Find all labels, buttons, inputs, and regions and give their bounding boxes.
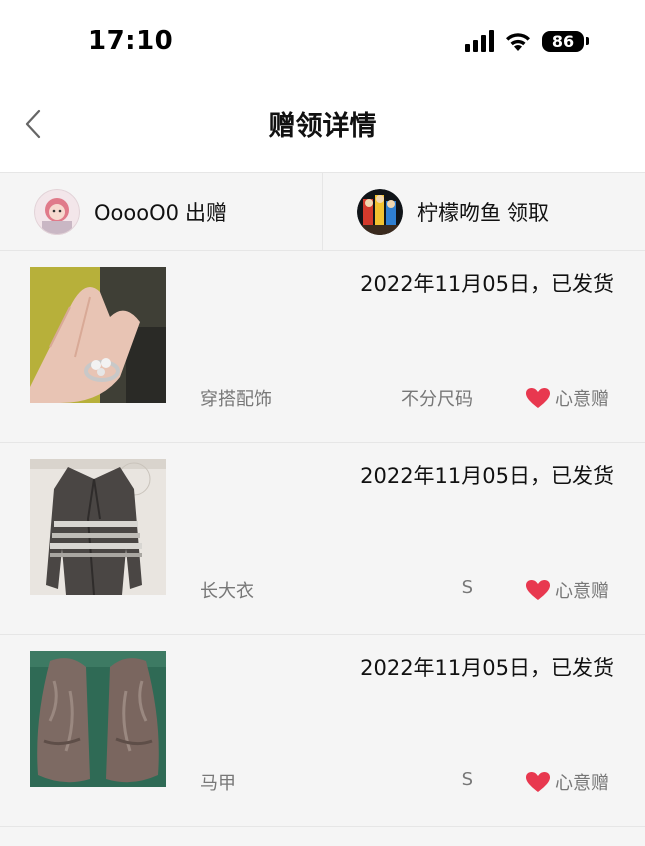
page-title: 赠领详情 [268,111,377,142]
item-tag-label: 心意赠 [555,773,609,794]
list-item[interactable]: 2022年11月05日，已发货 长大衣 S 心意赠 [0,443,645,635]
giver[interactable]: OoooO0 出赠 [0,173,322,250]
item-date-status: 2022年11月05日，已发货 [360,272,614,296]
item-tag: 心意赠 [525,385,609,411]
status-icons: 86 [465,30,589,52]
item-tag-label: 心意赠 [555,389,609,410]
status-bar: 17:10 86 [0,0,645,84]
nav-bar: 赠领详情 [0,84,645,173]
item-tag: 心意赠 [525,577,609,603]
giver-name: OoooO0 [94,200,179,225]
heart-icon [526,772,550,792]
screen: 17:10 86 赠领详情 OoooO0 出赠 柠檬吻鱼 领取 2022年11月… [0,0,645,846]
receiver-name: 柠檬吻鱼 [417,200,501,225]
item-date-status: 2022年11月05日，已发货 [360,656,614,680]
item-category: 长大衣 [200,581,254,602]
item-thumbnail-vest [30,651,166,787]
receiver-avatar [357,188,403,235]
item-category: 马甲 [200,773,236,794]
item-size: S [461,769,473,790]
signal-icon [465,30,494,52]
battery-icon: 86 [542,30,589,52]
battery-level: 86 [542,30,584,52]
list-item[interactable]: 2022年11月05日，已发货 马甲 S 心意赠 [0,635,645,827]
status-time: 17:10 [88,26,174,56]
wifi-icon [504,30,532,52]
giver-action: 出赠 [184,200,227,225]
item-size: S [461,577,473,598]
item-tag-label: 心意赠 [555,581,609,602]
item-thumbnail-accessory [30,267,166,403]
heart-icon [526,388,550,408]
item-thumbnail-coat [30,459,166,595]
list-item[interactable]: 2022年11月05日，已发货 穿搭配饰 不分尺码 心意赠 [0,251,645,443]
item-size: 不分尺码 [401,389,473,410]
receiver-action: 领取 [507,200,549,225]
item-date-status: 2022年11月05日，已发货 [360,464,614,488]
item-tag: 心意赠 [525,769,609,795]
heart-icon [526,580,550,600]
item-category: 穿搭配饰 [200,389,272,410]
parties-row: OoooO0 出赠 柠檬吻鱼 领取 [0,173,645,251]
giver-avatar [34,188,80,235]
receiver[interactable]: 柠檬吻鱼 领取 [322,173,645,250]
